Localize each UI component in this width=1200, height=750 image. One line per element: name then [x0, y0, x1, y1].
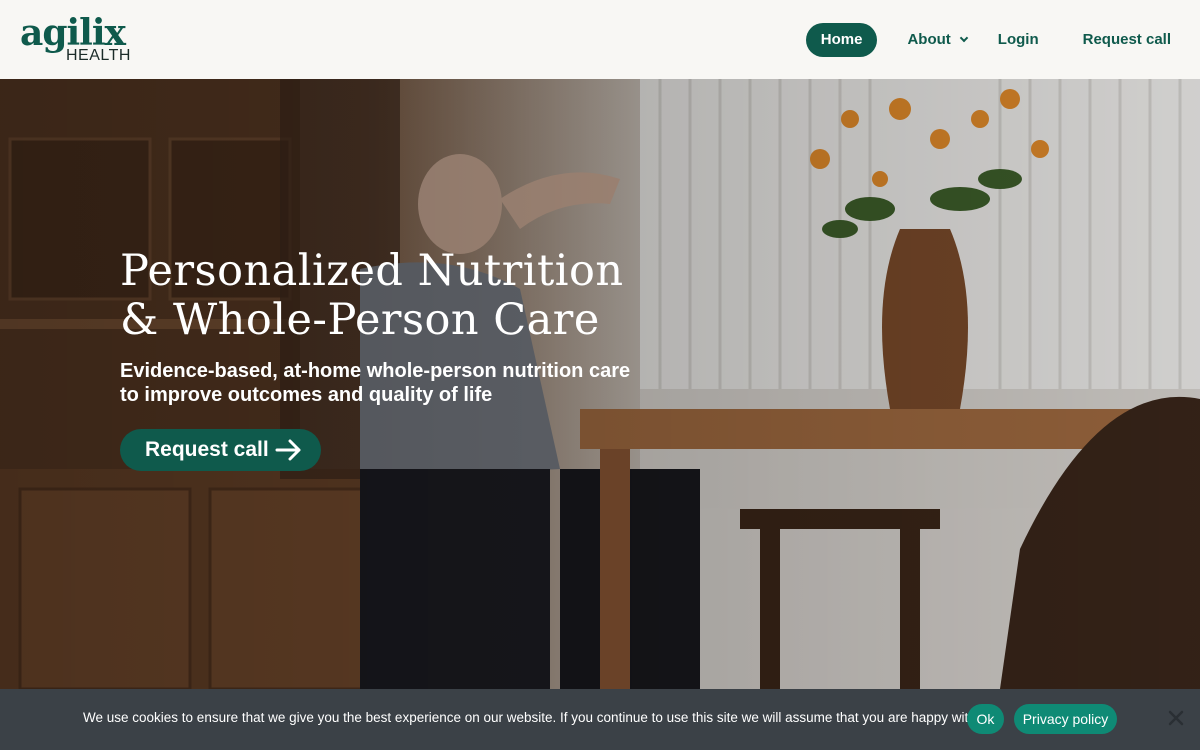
- request-call-label: Request call: [145, 438, 269, 461]
- logo-wordmark: agilix: [20, 12, 126, 54]
- cookie-message: We use cookies to ensure that we give yo…: [83, 710, 990, 725]
- hero-subtitle-line-2: to improve outcomes and quality of life: [120, 384, 493, 406]
- main-nav: Home About Login Request call: [805, 22, 1180, 57]
- nav-request-call-link[interactable]: Request call: [1083, 31, 1171, 48]
- cookie-ok-button[interactable]: Ok: [967, 704, 1004, 734]
- nav-login-link[interactable]: Login: [998, 31, 1039, 48]
- hero-subtitle-line-1: Evidence-based, at-home whole-person nut…: [120, 360, 631, 382]
- cookie-consent-bar: We use cookies to ensure that we give yo…: [0, 689, 1200, 750]
- chevron-down-icon: [959, 33, 969, 43]
- arrow-right-icon: [275, 439, 301, 461]
- nav-about-label: About: [907, 31, 951, 48]
- nav-home-link[interactable]: Home: [805, 22, 878, 57]
- close-icon[interactable]: [1166, 708, 1186, 728]
- hero-title: Personalized Nutrition & Whole-Person Ca…: [120, 247, 720, 345]
- nav-about-link[interactable]: About: [907, 31, 969, 48]
- privacy-policy-button[interactable]: Privacy policy: [1014, 704, 1117, 734]
- hero-title-line-2: & Whole-Person Care: [120, 295, 600, 345]
- hero-content: Personalized Nutrition & Whole-Person Ca…: [120, 247, 720, 471]
- hero-subtitle: Evidence-based, at-home whole-person nut…: [120, 359, 720, 407]
- agilix-health-logo[interactable]: agilix HEALTH: [20, 15, 131, 64]
- request-call-button[interactable]: Request call: [120, 429, 321, 471]
- site-header: agilix HEALTH Home About Login Request c…: [0, 0, 1200, 79]
- hero-title-line-1: Personalized Nutrition: [120, 246, 624, 296]
- hero-section: Personalized Nutrition & Whole-Person Ca…: [0, 79, 1200, 689]
- logo-subtitle: HEALTH: [66, 47, 131, 64]
